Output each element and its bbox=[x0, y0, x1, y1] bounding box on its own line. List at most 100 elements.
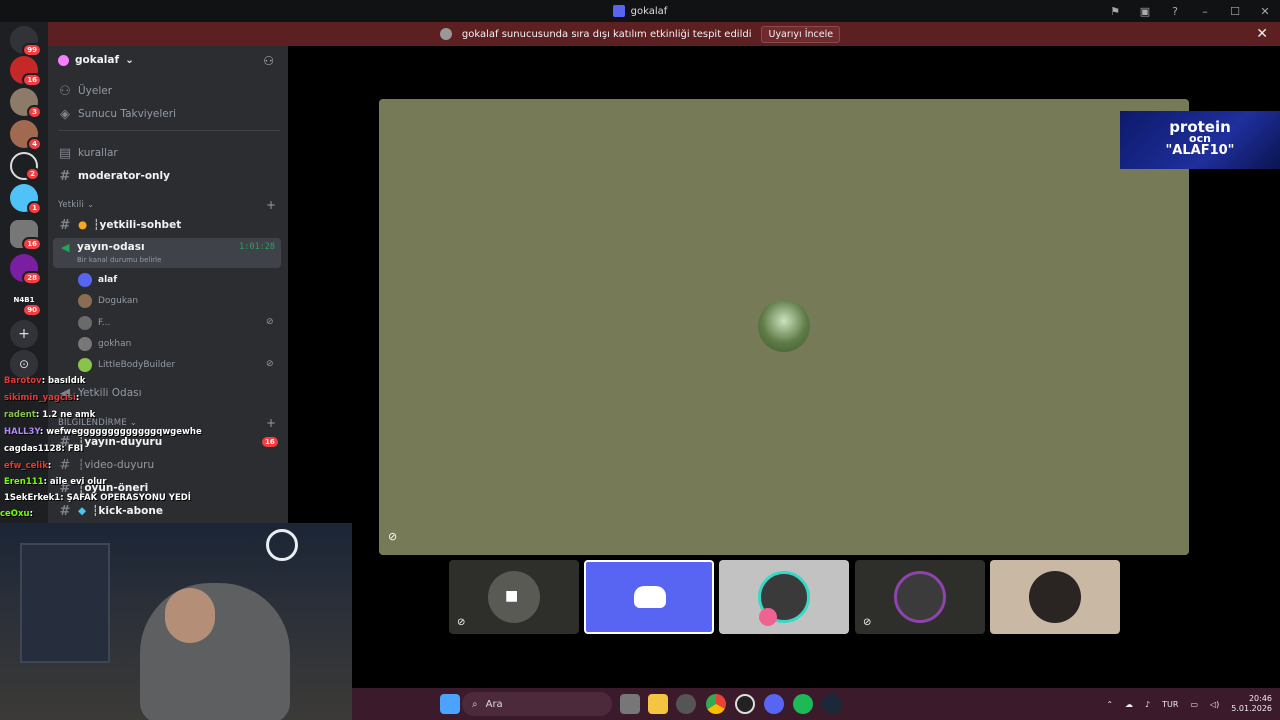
participant-tile[interactable] bbox=[719, 560, 849, 634]
chat-user: cagdas1128 bbox=[4, 444, 62, 454]
screen-share-icon[interactable]: ▣ bbox=[1130, 5, 1160, 18]
close-banner-icon[interactable]: ✕ bbox=[1256, 26, 1268, 42]
close-window-button[interactable]: ✕ bbox=[1250, 5, 1280, 18]
boosts-item[interactable]: ◈ Sunucu Takviyeleri bbox=[58, 104, 280, 124]
chat-text: : bbox=[47, 461, 52, 471]
speaker-icon: ◀ bbox=[61, 241, 70, 254]
boosts-label: Sunucu Takviyeleri bbox=[78, 108, 177, 120]
notification-badge: 1 bbox=[27, 201, 42, 215]
windows-start-icon[interactable] bbox=[440, 694, 460, 714]
participant-tile[interactable]: ■ ⊘ bbox=[449, 560, 579, 634]
network-icon[interactable]: ▭ bbox=[1190, 700, 1198, 709]
members-item[interactable]: ⚇ Üyeler bbox=[58, 81, 280, 101]
microphone-icon[interactable]: ♪ bbox=[1145, 700, 1150, 709]
channel-yetkili-sohbet[interactable]: # ● ┆yetkili-sohbet bbox=[58, 215, 280, 235]
volume-icon[interactable]: ◁) bbox=[1210, 700, 1219, 709]
voice-user[interactable]: alaf bbox=[78, 271, 117, 289]
server-icon[interactable]: 4 bbox=[10, 120, 42, 151]
user-avatar bbox=[78, 358, 92, 372]
search-icon: ⌕ bbox=[472, 698, 478, 710]
chrome-icon[interactable] bbox=[706, 694, 726, 714]
server-icon[interactable]: 28 bbox=[10, 254, 42, 285]
voice-user[interactable]: F... bbox=[78, 314, 110, 332]
chatgpt-icon[interactable] bbox=[735, 694, 755, 714]
discord-taskbar-icon[interactable] bbox=[764, 694, 784, 714]
server-icon-n4b1[interactable]: N4B1 90 bbox=[10, 286, 42, 317]
voice-user-name: LittleBodyBuilder bbox=[98, 360, 176, 370]
server-avatar-icon bbox=[439, 28, 452, 40]
streamer-webcam bbox=[0, 523, 352, 720]
taskbar-search[interactable]: ⌕ Ara bbox=[462, 692, 612, 716]
add-channel-icon[interactable]: + bbox=[266, 198, 276, 212]
speaker-avatar bbox=[758, 300, 810, 352]
notification-badge: 3 bbox=[27, 105, 42, 119]
language-indicator[interactable]: TUR bbox=[1162, 700, 1178, 709]
add-channel-icon[interactable]: + bbox=[266, 416, 276, 430]
voice-channel-active[interactable]: ◀ yayın-odası 1:01:28 Bir kanal durumu b… bbox=[53, 238, 281, 268]
warning-banner: gokalaf sunucusunda sıra dışı katılım et… bbox=[0, 22, 1280, 46]
channel-status-hint[interactable]: Bir kanal durumu belirle bbox=[77, 256, 161, 264]
text-channel-icon: # bbox=[59, 217, 71, 233]
chat-line: radent: 1.2 ne amk bbox=[4, 410, 95, 420]
chat-text: : wefwegggggggggggggqwgewhe bbox=[39, 427, 202, 437]
search-placeholder: Ara bbox=[485, 698, 503, 710]
chat-text: : 1.2 ne amk bbox=[35, 410, 96, 420]
invite-people-icon[interactable]: ⚇ bbox=[263, 54, 274, 68]
promo-code: "ALAF10" bbox=[1165, 143, 1235, 158]
time: 20:46 bbox=[1248, 694, 1272, 703]
voice-timer: 1:01:28 bbox=[239, 242, 275, 252]
voice-user[interactable]: gokhan bbox=[78, 335, 131, 353]
voice-user[interactable]: Dogukan bbox=[78, 292, 138, 310]
minimize-button[interactable]: – bbox=[1190, 5, 1220, 18]
streamer-body bbox=[140, 583, 290, 720]
participant-tile[interactable] bbox=[990, 560, 1120, 634]
task-view-icon[interactable] bbox=[620, 694, 640, 714]
chevron-up-icon[interactable]: ⌃ bbox=[1106, 700, 1113, 709]
notification-badge: 16 bbox=[22, 237, 42, 251]
onedrive-icon[interactable]: ☁ bbox=[1125, 700, 1133, 709]
channel-label: moderator-only bbox=[78, 170, 170, 182]
chat-line: efw_celik: bbox=[4, 461, 51, 471]
chat-line: sikimin_yagcisi: bbox=[4, 393, 79, 403]
server-home[interactable]: 99 bbox=[10, 26, 42, 57]
notification-badge: 28 bbox=[22, 271, 42, 285]
stream-chat-overlay: Barotov: basıldık sikimin_yagcisi: raden… bbox=[0, 374, 210, 524]
participant-tile[interactable]: ⊘ bbox=[855, 560, 985, 634]
clock[interactable]: 20:46 5.01.2026 bbox=[1231, 694, 1272, 714]
maximize-button[interactable]: ☐ bbox=[1220, 5, 1250, 18]
server-icon[interactable]: 1 bbox=[10, 184, 42, 215]
help-icon[interactable]: ? bbox=[1160, 5, 1190, 18]
chat-text: : ŞAFAK OPERASYONU YEDİ bbox=[60, 493, 191, 503]
add-server-icon[interactable]: + bbox=[10, 320, 38, 348]
notification-badge: 90 bbox=[22, 303, 42, 317]
participant-tile[interactable] bbox=[584, 560, 714, 634]
chat-user: sikimin_yagcisi bbox=[4, 393, 76, 403]
server-icon[interactable]: 3 bbox=[10, 88, 42, 119]
mention-badge: 16 bbox=[262, 437, 278, 447]
app-icon[interactable] bbox=[676, 694, 696, 714]
voice-user-name: Dogukan bbox=[98, 296, 139, 306]
text-channel-icon: # bbox=[59, 168, 71, 184]
steam-icon[interactable] bbox=[822, 694, 842, 714]
voice-user[interactable]: LittleBodyBuilder bbox=[78, 356, 175, 374]
channel-kurallar[interactable]: ▤ kurallar bbox=[58, 143, 280, 163]
category-staff[interactable]: Yetkili ⌄ bbox=[58, 200, 94, 210]
file-explorer-icon[interactable] bbox=[648, 694, 668, 714]
streamer-head bbox=[165, 588, 215, 643]
channel-moderator-only[interactable]: # moderator-only bbox=[58, 166, 280, 186]
spotify-icon[interactable] bbox=[793, 694, 813, 714]
divider bbox=[58, 130, 280, 131]
chat-user: efw_celik bbox=[4, 461, 48, 471]
chat-text: : basıldık bbox=[41, 376, 86, 386]
inbox-flag-icon[interactable]: ⚑ bbox=[1100, 5, 1130, 18]
review-warning-button[interactable]: Uyarıyı İncele bbox=[761, 25, 841, 43]
members-label: Üyeler bbox=[78, 85, 113, 97]
server-icon-gokalaf[interactable]: 16 bbox=[10, 220, 42, 251]
server-icon-gmail[interactable]: 16 bbox=[10, 56, 42, 87]
server-icon-eye[interactable]: 2 bbox=[10, 152, 40, 181]
muted-mic-icon: ⊘ bbox=[457, 617, 466, 628]
date: 5.01.2026 bbox=[1231, 704, 1272, 713]
system-tray: ⌃ ☁ ♪ TUR ▭ ◁) 20:46 5.01.2026 bbox=[1106, 688, 1272, 720]
server-header[interactable]: gokalaf ⌄ bbox=[58, 54, 134, 66]
members-icon: ⚇ bbox=[59, 83, 71, 99]
